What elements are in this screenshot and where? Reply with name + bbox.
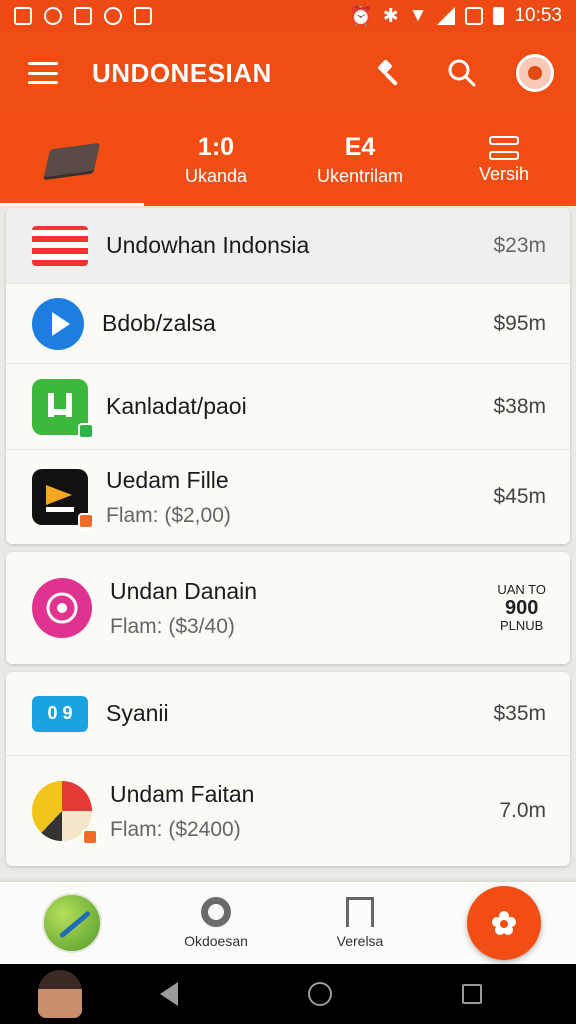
mail-notification-icon <box>134 7 152 25</box>
list-item[interactable]: 0 9 Syanii $35m <box>6 672 570 756</box>
bottom-nav: Okdoesan Verelsa <box>0 882 576 964</box>
badge-icon <box>78 422 94 439</box>
item-subtitle: Flam: ($3/40) <box>110 614 235 638</box>
list-item[interactable]: Bdob/zalsa $95m <box>6 284 570 364</box>
clock: 10:53 <box>514 5 562 26</box>
back-button[interactable] <box>160 982 178 1006</box>
recents-button[interactable] <box>462 984 482 1004</box>
tab-ukanda[interactable]: 1:0 Ukanda <box>144 114 288 206</box>
status-bar: ⏰ ✱ ▼ 10:53 <box>0 0 576 32</box>
tab-library[interactable] <box>0 114 144 206</box>
item-price-block: UAN TO 900 PLNUB <box>497 581 546 634</box>
list-item[interactable]: Kanladat/paoi $38m <box>6 364 570 450</box>
app-title: UNDONESIAN <box>92 57 272 88</box>
list-item[interactable]: Undowhan Indonsia $23m <box>6 208 570 284</box>
list-card: 0 9 Syanii $35m Undam Faitan Flam: ($240… <box>6 672 570 866</box>
list-item[interactable]: Undan Danain Flam: ($3/40) UAN TO 900 PL… <box>6 552 570 664</box>
app-list: Undowhan Indonsia $23m Bdob/zalsa $95m K… <box>6 208 570 874</box>
flower-icon <box>492 911 516 935</box>
tab-bar: 1:0 Ukanda E4 Ukentrilam Versih <box>0 114 576 206</box>
tab-ukanda-value: 1:0 <box>197 133 235 161</box>
chat-app-icon <box>32 378 94 439</box>
item-name: Undan Danain <box>110 577 258 604</box>
battery-icon <box>493 7 505 25</box>
item-price-top: UAN TO <box>497 581 546 597</box>
video-notification-icon <box>74 7 92 25</box>
app-bar: UNDONESIAN <box>0 32 576 114</box>
list-item[interactable]: Uedam Fille Flam: ($2,00) $45m <box>6 450 570 544</box>
tab-ukanda-label: Ukanda <box>184 166 248 186</box>
tab-ukentrilam-label: Ukentrilam <box>316 166 404 186</box>
drop-notification-icon <box>44 7 62 25</box>
item-price: $38m <box>493 394 546 418</box>
profile-avatar[interactable] <box>516 54 554 92</box>
book-icon <box>43 142 101 178</box>
item-price-bottom: PLNUB <box>499 618 544 633</box>
item-name: Undam Faitan <box>110 780 255 807</box>
item-price: $45m <box>493 485 546 508</box>
item-price: $23m <box>493 233 546 257</box>
system-nav-bar <box>0 964 576 1024</box>
list-item[interactable]: Undam Faitan Flam: ($2400) 7.0m <box>6 756 570 866</box>
home-button[interactable] <box>308 982 332 1006</box>
globe-icon <box>42 893 102 953</box>
user-photo <box>38 970 82 1018</box>
bluetooth-icon: ✱ <box>382 5 399 27</box>
target-app-icon <box>32 578 92 638</box>
bookmark-icon <box>346 897 374 927</box>
item-price: $95m <box>493 311 546 335</box>
wifi-icon: ▼ <box>408 5 428 26</box>
tab-versih-label: Versih <box>478 163 530 184</box>
flower-fab-button[interactable] <box>467 886 541 960</box>
list-card: Undan Danain Flam: ($3/40) UAN TO 900 PL… <box>6 552 570 664</box>
search-icon[interactable] <box>444 55 480 91</box>
nav-verelsa-label: Verelsa <box>336 933 384 949</box>
item-name: Kanladat/paoi <box>106 393 247 419</box>
sd-card-icon <box>465 7 484 25</box>
item-price: $35m <box>493 701 546 725</box>
item-name: Bdob/zalsa <box>102 310 216 336</box>
tab-ukentrilam[interactable]: E4 Ukentrilam <box>288 114 432 206</box>
list-card: Undowhan Indonsia $23m Bdob/zalsa $95m K… <box>6 208 570 544</box>
nav-globe[interactable] <box>0 893 144 953</box>
signal-icon <box>437 7 456 25</box>
menu-icon[interactable] <box>28 62 58 84</box>
item-subtitle: Flam: ($2,00) <box>106 503 231 527</box>
tab-versih[interactable]: Versih <box>432 114 576 206</box>
gallery-notification-icon <box>14 7 32 25</box>
indonesia-flag-icon <box>32 225 88 266</box>
item-name: Uedam Fille <box>106 466 229 493</box>
badge-icon <box>82 829 98 845</box>
nav-fab[interactable] <box>432 886 576 960</box>
nav-okdoesan[interactable]: Okdoesan <box>144 897 288 949</box>
item-name: Syanii <box>106 700 169 726</box>
globe-flag-icon <box>32 781 98 845</box>
nav-verelsa[interactable]: Verelsa <box>288 897 432 949</box>
item-subtitle: Flam: ($2400) <box>110 817 241 841</box>
file-app-icon <box>32 469 94 529</box>
alarm-icon: ⏰ <box>349 6 373 27</box>
numeric-app-icon: 0 9 <box>32 695 88 732</box>
chat-notification-icon <box>104 7 122 25</box>
stack-icon <box>489 135 519 160</box>
item-price-main: 900 <box>504 597 539 619</box>
play-icon <box>32 297 84 350</box>
nav-okdoesan-label: Okdoesan <box>184 933 248 949</box>
tab-ukentrilam-value: E4 <box>344 133 376 161</box>
item-price: 7.0m <box>499 799 546 822</box>
hammer-icon[interactable] <box>372 55 408 91</box>
badge-icon <box>78 513 94 529</box>
item-name: Undowhan Indonsia <box>106 232 310 258</box>
disc-icon <box>201 897 231 927</box>
